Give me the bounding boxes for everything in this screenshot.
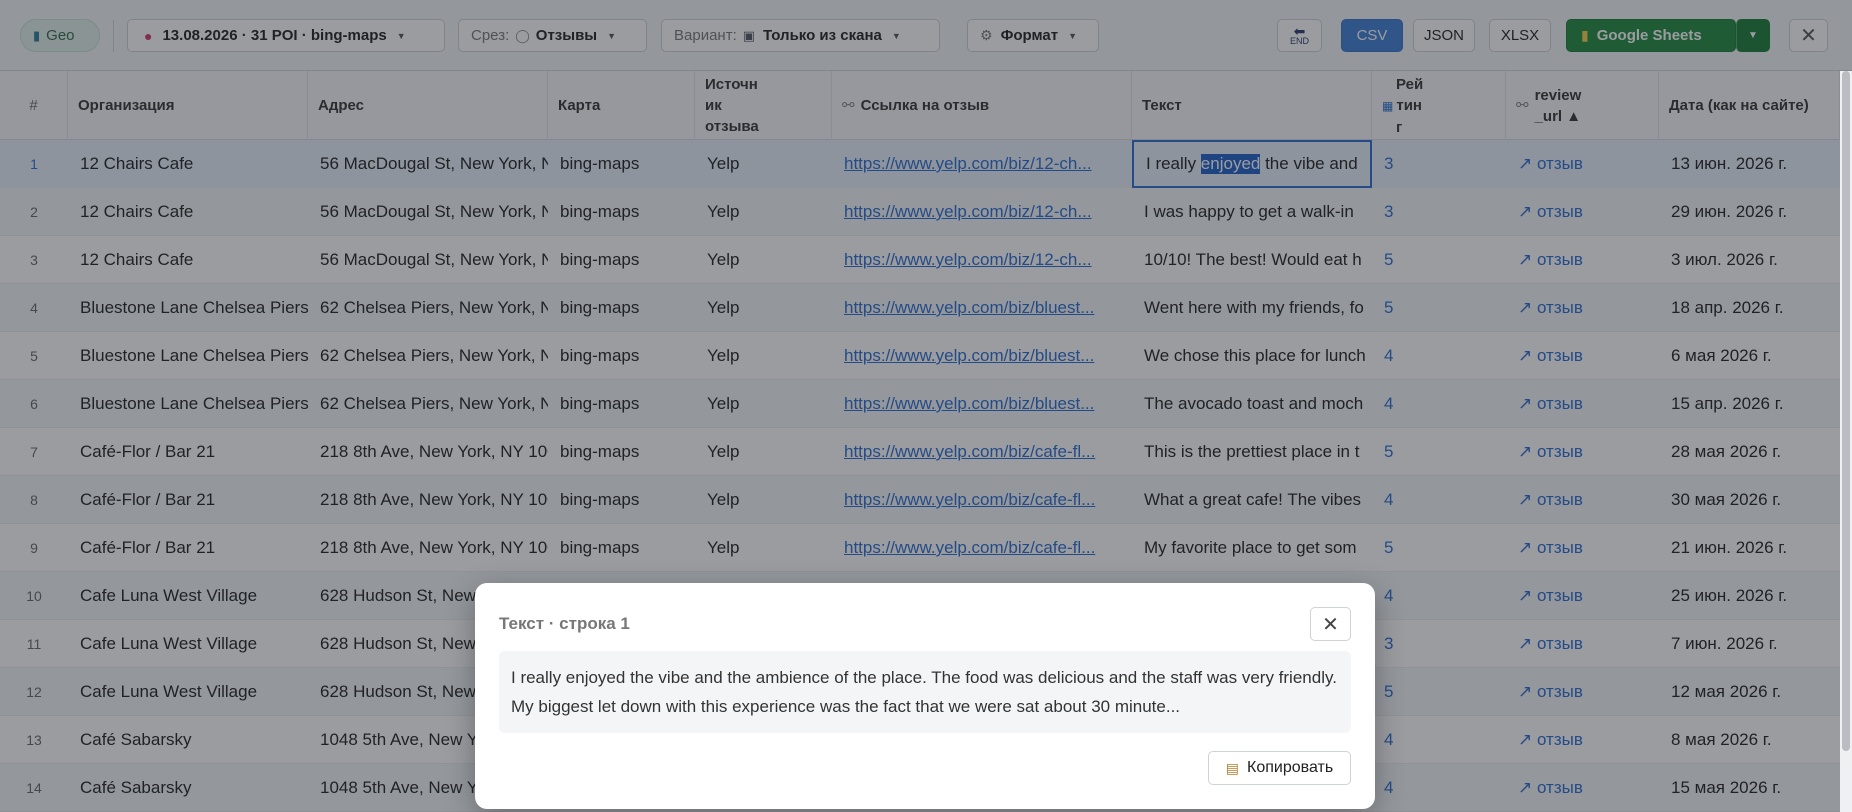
scrollbar-thumb[interactable] [1842, 71, 1850, 751]
text-modal: Текст · строка 1 ✕ I really enjoyed the … [475, 583, 1375, 809]
modal-title: Текст · строка 1 [499, 614, 630, 633]
modal-close-button[interactable]: ✕ [1310, 607, 1351, 641]
copy-button[interactable]: ▤ Копировать [1208, 751, 1351, 785]
copy-label: Копировать [1247, 759, 1334, 776]
modal-text: I really enjoyed the vibe and the ambien… [499, 651, 1351, 733]
close-icon: ✕ [1322, 613, 1339, 636]
table-scrollbar[interactable] [1840, 71, 1852, 812]
clipboard-icon: ▤ [1225, 759, 1240, 776]
